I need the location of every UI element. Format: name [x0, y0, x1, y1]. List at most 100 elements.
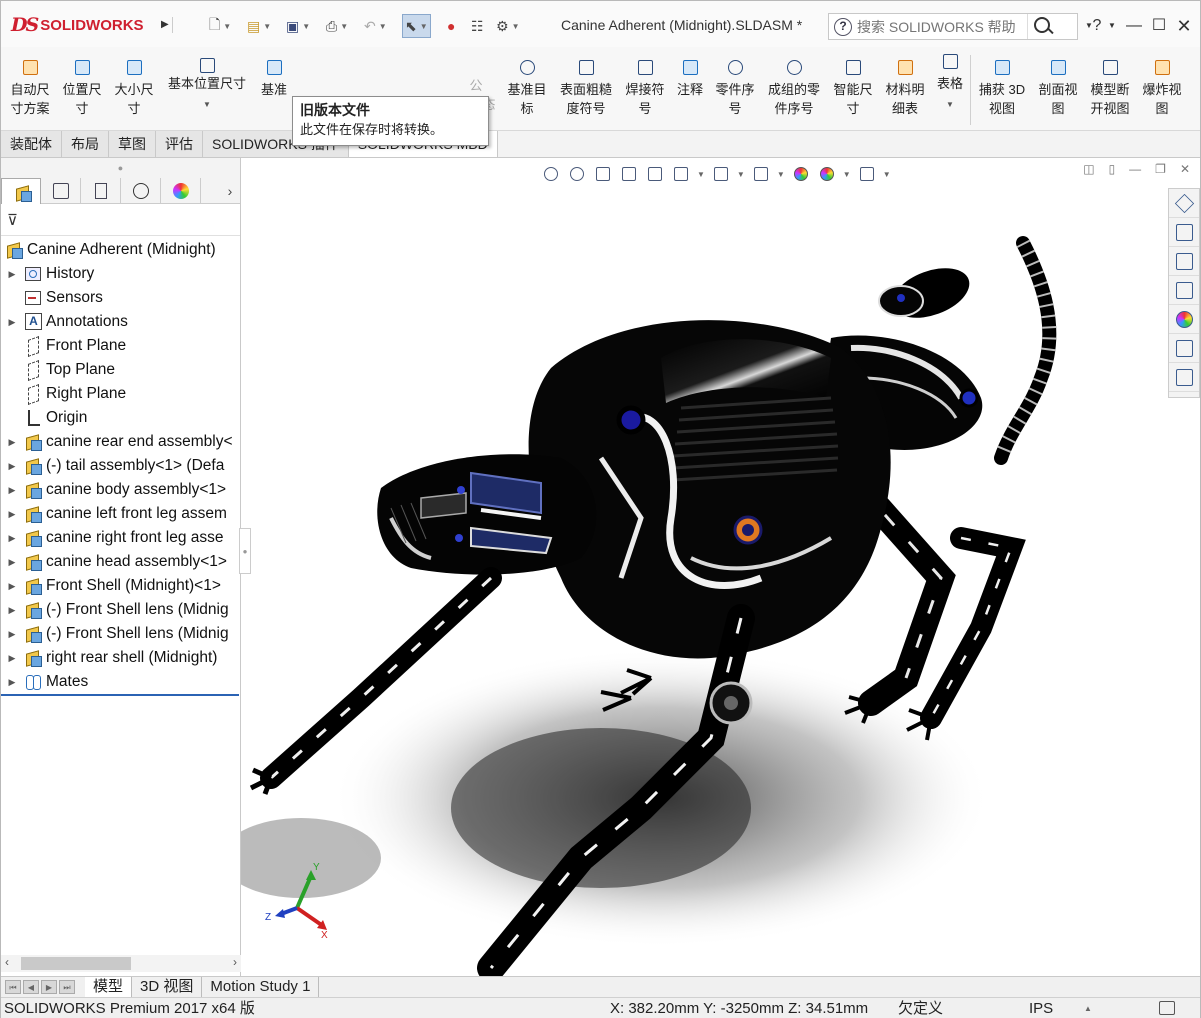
scroll-thumb[interactable] [21, 957, 131, 970]
chevron-down-icon[interactable]: ▼ [512, 22, 520, 31]
tree-item-left-front-leg[interactable]: ▶ canine left front leg assem [1, 502, 241, 526]
tree-item-annotations[interactable]: ▶ Annotations [1, 310, 241, 334]
chevron-down-icon[interactable]: ▼ [340, 22, 348, 31]
chevron-down-icon[interactable]: ▼ [777, 170, 785, 179]
expand-arrow-icon[interactable]: ▶ [6, 533, 18, 544]
chevron-up-icon[interactable]: ▲ [1084, 998, 1092, 1018]
expand-arrow-icon[interactable]: ▶ [6, 509, 18, 520]
file-properties-button[interactable]: ☷ [471, 14, 484, 38]
surface-finish-button[interactable]: 表面粗糙 度符号 [555, 57, 617, 118]
view-palette-icon[interactable] [1169, 276, 1199, 305]
expand-arrow-icon[interactable]: ▶ [6, 485, 18, 496]
tree-item-mates[interactable]: ▶ Mates [1, 670, 241, 694]
bom-button[interactable]: 材料明 细表 [881, 57, 929, 118]
help-search-box[interactable]: ? [828, 13, 1078, 40]
previous-view-icon[interactable] [593, 165, 613, 183]
expand-arrow-icon[interactable]: ▶ [6, 269, 18, 280]
hide-show-items-icon[interactable] [751, 165, 771, 183]
tree-item-origin[interactable]: Origin [1, 406, 241, 430]
chevron-down-icon[interactable]: ▼ [379, 22, 387, 31]
model-render[interactable] [241, 158, 1200, 976]
tab-feature-manager[interactable] [1, 178, 41, 204]
tree-item-right-front-leg[interactable]: ▶ canine right front leg asse [1, 526, 241, 550]
tree-item-front-shell-lens-2[interactable]: ▶ (-) Front Shell lens (Midnig [1, 622, 241, 646]
viewport-minimize-icon[interactable]: — [1129, 162, 1141, 176]
maximize-button[interactable]: ☐ [1148, 15, 1170, 37]
datum-target-button[interactable]: 基准目标 [503, 57, 551, 118]
undo-button[interactable]: ↶ ▼ [364, 14, 387, 38]
forum-icon[interactable] [1169, 363, 1199, 392]
tree-item-right-plane[interactable]: Right Plane [1, 382, 241, 406]
section-view-icon[interactable] [619, 165, 639, 183]
datum-button[interactable]: 基准 [257, 57, 291, 99]
chevron-down-icon[interactable]: ▼ [263, 22, 271, 31]
tree-item-history[interactable]: ▶ History [1, 262, 241, 286]
help-menu-button[interactable]: ? [1087, 15, 1107, 37]
tree-item-sensors[interactable]: Sensors [1, 286, 241, 310]
tree-item-tail-assembly[interactable]: ▶ (-) tail assembly<1> (Defa [1, 454, 241, 478]
close-button[interactable]: ✕ [1173, 15, 1195, 37]
panel-split-handle[interactable]: ● [239, 528, 251, 574]
help-chevron-down-icon[interactable]: ▼ [1105, 15, 1119, 37]
graphics-area[interactable]: ▼ ▼ ▼ ▼ ▼ ◫ ▯ — ❐ ✕ Y X Z [241, 158, 1200, 976]
tree-item-rear-end-assembly[interactable]: ▶ canine rear end assembly< [1, 430, 241, 454]
view-orientation-icon[interactable] [671, 165, 691, 183]
tab-evaluate[interactable]: 评估 [156, 131, 203, 157]
custom-properties-icon[interactable] [1169, 334, 1199, 363]
viewport-close-icon[interactable]: ✕ [1180, 162, 1190, 176]
tab-property-manager[interactable] [41, 178, 81, 204]
tab-assembly[interactable]: 装配体 [1, 131, 62, 157]
chevron-down-icon[interactable]: ▼ [946, 100, 954, 109]
expand-arrow-icon[interactable]: ▶ [6, 317, 18, 328]
appearances-scenes-icon[interactable] [1169, 305, 1199, 334]
tail[interactable] [994, 236, 1057, 465]
table-button[interactable]: 表格 ▼ [933, 51, 967, 114]
new-document-button[interactable]: 🗋 ▼ [209, 14, 231, 38]
chevron-down-icon[interactable]: ▼ [843, 170, 851, 179]
balloon-button[interactable]: 零件序号 [711, 57, 759, 118]
rebuild-status-icon[interactable] [1159, 1001, 1175, 1015]
edit-appearance-icon[interactable] [791, 165, 811, 183]
chevron-right-icon[interactable]: › [220, 178, 240, 203]
note-button[interactable]: 注释 [673, 57, 707, 99]
model-break-view-button[interactable]: 模型断 开视图 [1087, 57, 1133, 118]
expand-arrow-icon[interactable]: ▶ [6, 581, 18, 592]
last-tab-arrow-icon[interactable]: ⏭ [59, 980, 75, 994]
scroll-right-arrow-icon[interactable]: › [233, 955, 237, 969]
design-library-icon[interactable] [1169, 218, 1199, 247]
tree-item-body-assembly[interactable]: ▶ canine body assembly<1> [1, 478, 241, 502]
weld-symbol-button[interactable]: 焊接符号 [621, 57, 669, 118]
expand-arrow-icon[interactable]: ▶ [6, 605, 18, 616]
tab-configuration-manager[interactable] [81, 178, 121, 204]
tree-item-front-shell[interactable]: ▶ Front Shell (Midnight)<1> [1, 574, 241, 598]
tab-layout[interactable]: 布局 [62, 131, 109, 157]
viewport-restore-icon[interactable]: ❐ [1155, 162, 1166, 176]
basic-location-dimension-button[interactable]: 基本位置尺寸 ▼ [163, 55, 251, 114]
next-tab-arrow-icon[interactable]: ▶ [41, 980, 57, 994]
tree-horizontal-scrollbar[interactable]: ‹ › [1, 955, 241, 972]
menu-expand-arrow[interactable]: ▶ [161, 17, 173, 33]
options-button[interactable]: ⚙ ▼ [496, 14, 519, 38]
chevron-down-icon[interactable]: ▼ [737, 170, 745, 179]
tree-item-top-plane[interactable]: Top Plane [1, 358, 241, 382]
search-icon[interactable] [1027, 14, 1057, 39]
expand-arrow-icon[interactable]: ▶ [6, 653, 18, 664]
print-button[interactable]: ⎙ ▼ [326, 14, 348, 38]
expand-arrow-icon[interactable]: ▶ [6, 677, 18, 688]
chevron-down-icon[interactable]: ▼ [420, 22, 428, 31]
tab-dimxpert-manager[interactable] [121, 178, 161, 204]
location-dimension-button[interactable]: 位置尺寸 [59, 57, 105, 118]
rollback-bar[interactable] [1, 694, 239, 696]
select-button[interactable]: ⬉ ▼ [402, 14, 431, 38]
tree-root[interactable]: Canine Adherent (Midnight) [1, 238, 241, 262]
chevron-down-icon[interactable]: ▼ [302, 22, 310, 31]
dynamic-annotation-icon[interactable] [645, 165, 665, 183]
view-settings-icon[interactable] [857, 165, 877, 183]
tab-sketch[interactable]: 草图 [109, 131, 156, 157]
size-dimension-button[interactable]: 大小尺寸 [111, 57, 157, 118]
unit-system[interactable]: IPS [1029, 998, 1053, 1018]
section-view-button[interactable]: 剖面视图 [1033, 57, 1083, 118]
chevron-down-icon[interactable]: ▼ [223, 22, 231, 31]
panel-grip[interactable]: ● [1, 158, 240, 178]
file-explorer-icon[interactable] [1169, 247, 1199, 276]
